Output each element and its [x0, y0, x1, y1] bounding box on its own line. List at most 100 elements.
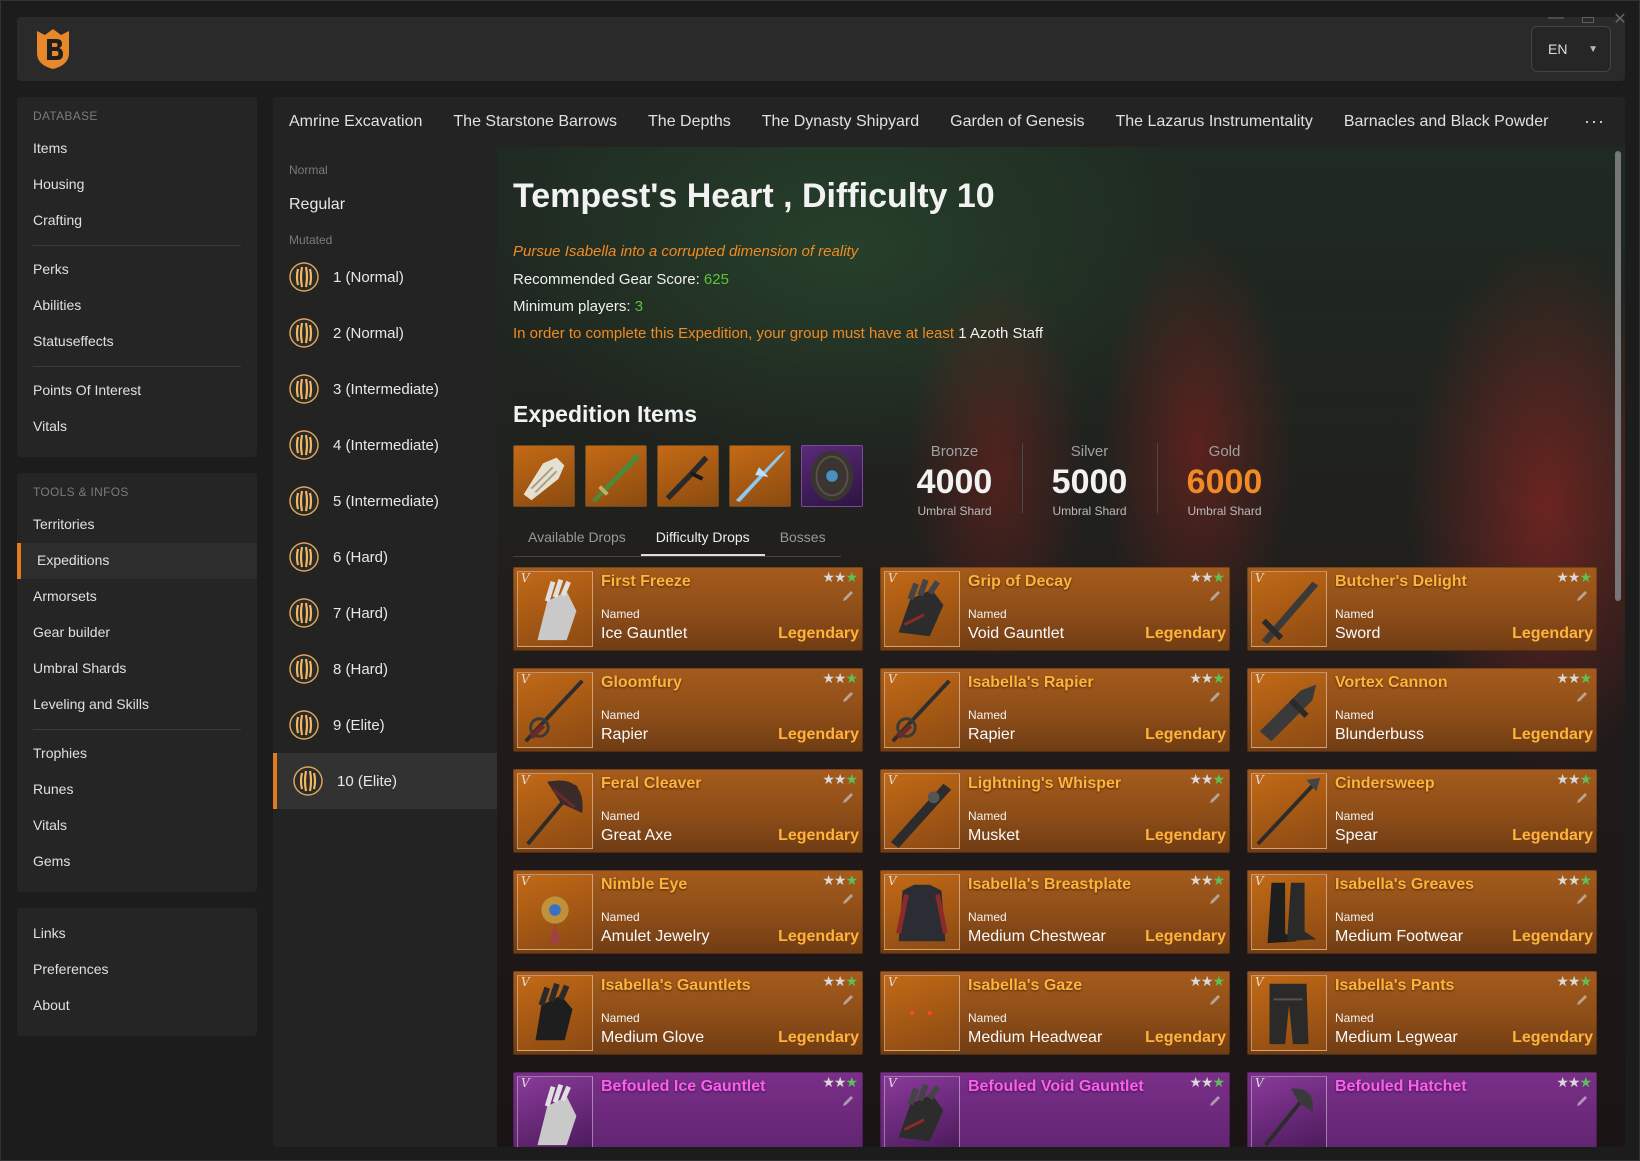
item-card[interactable]: V Gloomfury Named Rapier Legendary ★★★	[513, 668, 863, 752]
edit-icon[interactable]	[1575, 589, 1589, 603]
tab-starstone-barrows[interactable]: The Starstone Barrows	[453, 113, 617, 131]
sidebar-item-vitals-tools[interactable]: Vitals	[17, 808, 257, 844]
tab-garden-of-genesis[interactable]: Garden of Genesis	[950, 113, 1084, 131]
tab-difficulty-drops[interactable]: Difficulty Drops	[640, 525, 765, 556]
minimize-icon[interactable]: —	[1547, 9, 1565, 29]
sidebar-item-housing[interactable]: Housing	[17, 167, 257, 203]
edit-icon[interactable]	[1208, 791, 1222, 805]
tab-barnacles-black-powder[interactable]: Barnacles and Black Powder	[1344, 113, 1549, 131]
requirement-line: In order to complete this Expedition, yo…	[513, 325, 1043, 342]
difficulty-item-3[interactable]: 3 (Intermediate)	[273, 361, 497, 417]
edit-icon[interactable]	[841, 1094, 855, 1108]
sidebar-item-gems[interactable]: Gems	[17, 844, 257, 880]
difficulty-item-8[interactable]: 8 (Hard)	[273, 641, 497, 697]
tab-lazarus-instrumentality[interactable]: The Lazarus Instrumentality	[1115, 113, 1312, 131]
difficulty-regular[interactable]: Regular	[273, 177, 497, 233]
sidebar-item-umbral-shards[interactable]: Umbral Shards	[17, 651, 257, 687]
app-logo-icon[interactable]	[33, 27, 73, 71]
item-card[interactable]: V Grip of Decay Named Void Gauntlet Legendar…	[880, 567, 1230, 651]
item-card[interactable]: V Befouled Void Gauntlet ★★★	[880, 1072, 1230, 1147]
sidebar-item-trophies[interactable]: Trophies	[17, 736, 257, 772]
edit-icon[interactable]	[1208, 892, 1222, 906]
sidebar-item-items[interactable]: Items	[17, 131, 257, 167]
edit-icon[interactable]	[841, 690, 855, 704]
tab-the-depths[interactable]: The Depths	[648, 113, 731, 131]
item-card[interactable]: V Isabella's Pants Named Medium Legwear Lege…	[1247, 971, 1597, 1055]
edit-icon[interactable]	[841, 791, 855, 805]
item-card[interactable]: V Butcher's Delight Named Sword Legendary ★★★	[1247, 567, 1597, 651]
item-card[interactable]: V Lightning's Whisper Named Musket Legendary…	[880, 769, 1230, 853]
item-card[interactable]: V Isabella's Rapier Named Rapier Legendary ★★…	[880, 668, 1230, 752]
difficulty-item-1[interactable]: 1 (Normal)	[273, 249, 497, 305]
sidebar-item-abilities[interactable]: Abilities	[17, 288, 257, 324]
sidebar-item-about[interactable]: About	[17, 988, 257, 1024]
edit-icon[interactable]	[1575, 993, 1589, 1007]
item-name: Isabella's Greaves	[1335, 876, 1475, 893]
difficulty-item-7[interactable]: 7 (Hard)	[273, 585, 497, 641]
item-card[interactable]: V First Freeze Named Ice Gauntlet Legendary ★…	[513, 567, 863, 651]
scrollbar[interactable]	[1615, 151, 1621, 601]
tab-bosses[interactable]: Bosses	[765, 525, 841, 556]
difficulty-item-5[interactable]: 5 (Intermediate)	[273, 473, 497, 529]
item-card[interactable]: V Isabella's Breastplate Named Medium Chest…	[880, 870, 1230, 954]
sidebar-item-runes[interactable]: Runes	[17, 772, 257, 808]
green-sword-icon[interactable]	[585, 445, 647, 507]
difficulty-item-6[interactable]: 6 (Hard)	[273, 529, 497, 585]
edit-icon[interactable]	[1575, 791, 1589, 805]
item-card[interactable]: V Isabella's Gaze Named Medium Headwear Lege…	[880, 971, 1230, 1055]
sidebar-item-vitals[interactable]: Vitals	[17, 409, 257, 445]
item-card[interactable]: V Nimble Eye Named Amulet Jewelry Legendary ★…	[513, 870, 863, 954]
mutation-icon	[289, 430, 319, 460]
item-rarity: Legendary	[1512, 928, 1593, 945]
difficulty-item-9[interactable]: 9 (Elite)	[273, 697, 497, 753]
item-card[interactable]: V Isabella's Gauntlets Named Medium Glove Le…	[513, 971, 863, 1055]
difficulty-item-2[interactable]: 2 (Normal)	[273, 305, 497, 361]
close-icon[interactable]: ✕	[1611, 9, 1629, 29]
sidebar-item-points-of-interest[interactable]: Points Of Interest	[17, 373, 257, 409]
sidebar-item-perks[interactable]: Perks	[17, 252, 257, 288]
sidebar-item-preferences[interactable]: Preferences	[17, 952, 257, 988]
rating-stars-icon: ★★★	[1189, 771, 1225, 787]
language-select[interactable]: EN ▼	[1531, 26, 1611, 72]
sidebar-item-gear-builder[interactable]: Gear builder	[17, 615, 257, 651]
sidebar-item-crafting[interactable]: Crafting	[17, 203, 257, 239]
edit-icon[interactable]	[841, 892, 855, 906]
rating-stars-icon: ★★★	[822, 771, 858, 787]
tab-available-drops[interactable]: Available Drops	[513, 525, 641, 556]
item-card[interactable]: V Befouled Hatchet ★★★	[1247, 1072, 1597, 1147]
tier-mark: V	[521, 874, 530, 888]
edit-icon[interactable]	[841, 993, 855, 1007]
shield-icon[interactable]	[801, 445, 863, 507]
sidebar-item-statuseffects[interactable]: Statuseffects	[17, 324, 257, 360]
edit-icon[interactable]	[1208, 993, 1222, 1007]
item-name: Befouled Void Gauntlet	[968, 1078, 1144, 1095]
sidebar-item-expeditions[interactable]: Expeditions	[17, 543, 257, 579]
difficulty-item-10[interactable]: 10 (Elite)	[273, 753, 497, 809]
ice-spear-icon[interactable]	[729, 445, 791, 507]
edit-icon[interactable]	[1575, 1094, 1589, 1108]
bandage-icon[interactable]	[513, 445, 575, 507]
sidebar-item-leveling[interactable]: Leveling and Skills	[17, 687, 257, 723]
sidebar-item-links[interactable]: Links	[17, 916, 257, 952]
difficulty-item-4[interactable]: 4 (Intermediate)	[273, 417, 497, 473]
edit-icon[interactable]	[1208, 1094, 1222, 1108]
edit-icon[interactable]	[1575, 690, 1589, 704]
edit-icon[interactable]	[1208, 589, 1222, 603]
item-named-tag: Named	[1335, 708, 1374, 722]
item-card[interactable]: V Vortex Cannon Named Blunderbuss Legendary ★…	[1247, 668, 1597, 752]
item-type: Void Gauntlet	[968, 625, 1065, 642]
edit-icon[interactable]	[1575, 892, 1589, 906]
tab-dynasty-shipyard[interactable]: The Dynasty Shipyard	[762, 113, 919, 131]
sidebar-item-armorsets[interactable]: Armorsets	[17, 579, 257, 615]
dark-blade-icon[interactable]	[657, 445, 719, 507]
maximize-icon[interactable]: ▭	[1579, 9, 1597, 29]
sidebar-item-territories[interactable]: Territories	[17, 507, 257, 543]
more-icon[interactable]: ···	[1584, 111, 1605, 132]
item-card[interactable]: V Cindersweep Named Spear Legendary ★★★	[1247, 769, 1597, 853]
edit-icon[interactable]	[1208, 690, 1222, 704]
edit-icon[interactable]	[841, 589, 855, 603]
item-card[interactable]: V Befouled Ice Gauntlet ★★★	[513, 1072, 863, 1147]
item-card[interactable]: V Isabella's Greaves Named Medium Footwear L…	[1247, 870, 1597, 954]
tab-amrine-excavation[interactable]: Amrine Excavation	[289, 113, 422, 131]
item-card[interactable]: V Feral Cleaver Named Great Axe Legendary ★★★	[513, 769, 863, 853]
